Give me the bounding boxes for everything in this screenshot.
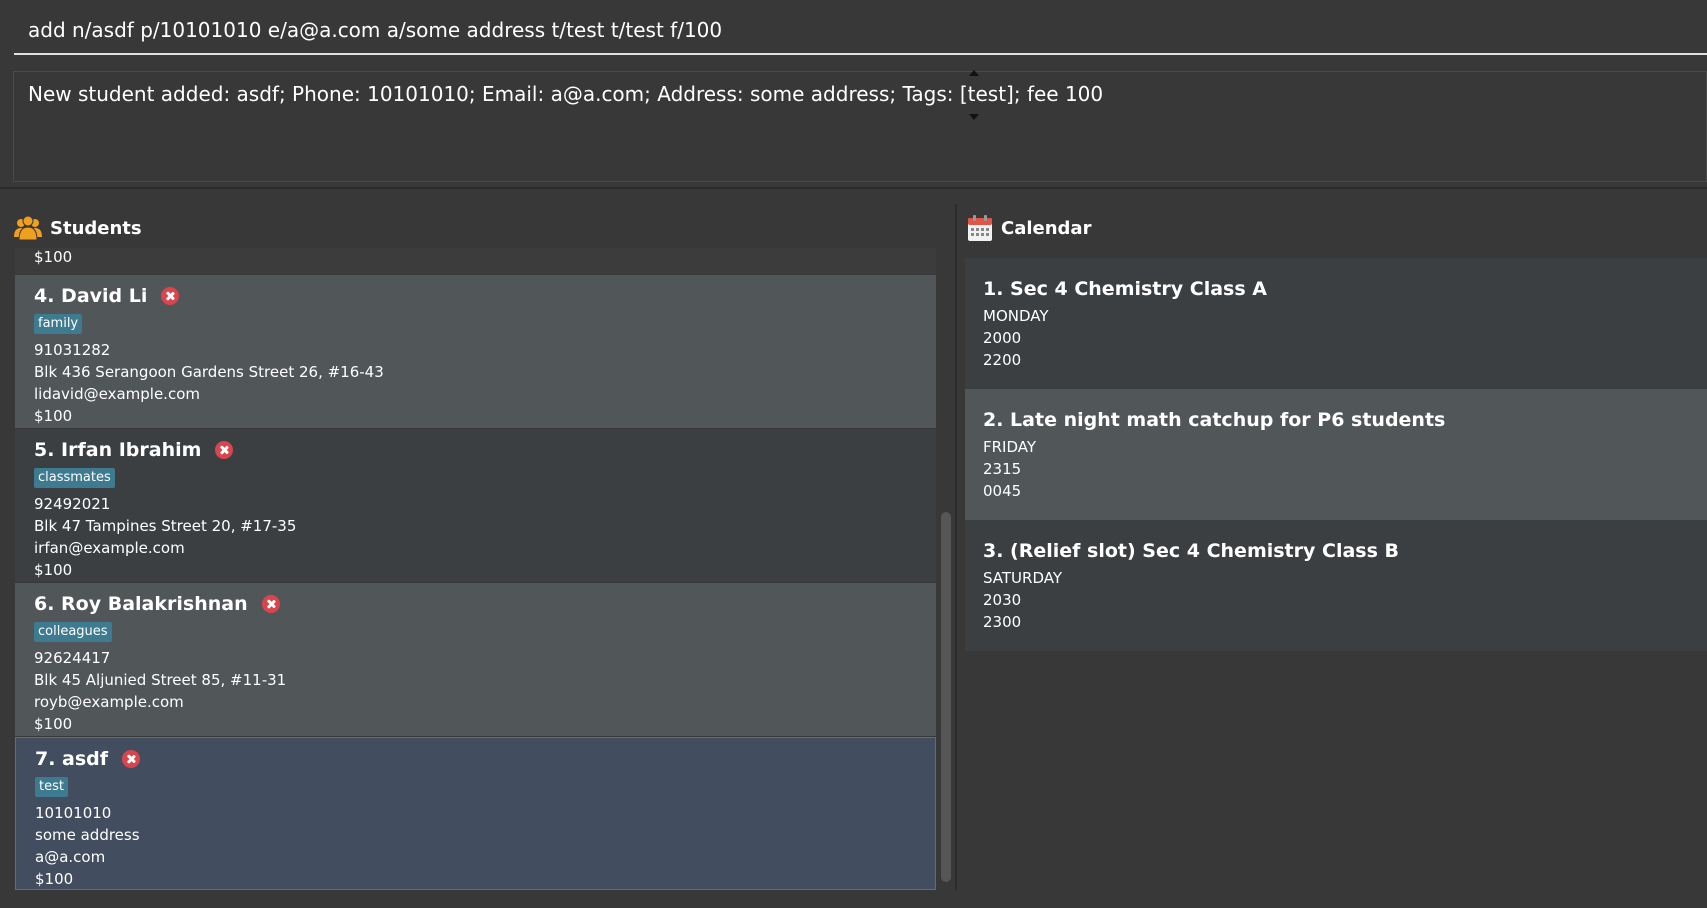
student-fee: $100 [34,715,73,733]
student-fee: $100 [34,407,73,425]
class-title: 3. (Relief slot) Sec 4 Chemistry Class B [983,540,1400,562]
calendar-panel-header: Calendar [967,212,1091,244]
student-tag: colleagues [34,622,112,642]
student-phone: 10101010 [35,804,112,822]
calendar-item[interactable]: 3. (Relief slot) Sec 4 Chemistry Class B… [965,520,1707,651]
class-day: MONDAY [983,307,1049,325]
command-input[interactable]: add n/asdf p/10101010 e/a@a.com a/some a… [28,18,722,42]
student-email: a@a.com [35,848,106,866]
result-display: New student added: asdf; Phone: 10101010… [13,70,1707,182]
class-start-time: 2000 [983,329,1022,347]
calendar-panel-title: Calendar [1001,217,1092,239]
delete-icon[interactable] [161,287,180,305]
student-name: 6. Roy Balakrishnan [34,593,248,615]
calendar-item[interactable]: 1. Sec 4 Chemistry Class A MONDAY 2000 2… [965,258,1707,389]
student-name: 4. David Li [34,285,148,307]
list-item[interactable]: $100 [15,248,936,274]
student-name: 5. Irfan Ibrahim [34,439,202,461]
class-end-time: 2300 [983,613,1022,631]
student-email: royb@example.com [34,693,184,711]
student-card[interactable]: 4. David Li family 91031282 Blk 436 Sera… [15,275,936,428]
student-tag: family [34,314,83,334]
student-fee: $100 [34,248,73,266]
result-message: New student added: asdf; Phone: 10101010… [28,82,1104,106]
class-day: SATURDAY [983,569,1063,587]
delete-icon[interactable] [122,750,141,768]
students-list[interactable]: $100 4. David Li family 91031282 Blk 436… [15,248,936,890]
class-end-time: 0045 [983,482,1022,500]
scrollbar-thumb[interactable] [941,512,951,882]
student-fee: $100 [35,870,74,888]
calendar-item[interactable]: 2. Late night math catchup for P6 studen… [965,389,1707,520]
class-end-time: 2200 [983,351,1022,369]
panel-splitter[interactable] [955,204,957,890]
student-email: lidavid@example.com [34,385,200,403]
class-title: 2. Late night math catchup for P6 studen… [983,409,1446,431]
scroll-down-arrow-icon[interactable] [969,114,979,120]
student-address: Blk 436 Serangoon Gardens Street 26, #16… [34,363,384,381]
student-card-selected[interactable]: 7. asdf test 10101010 some address a@a.c… [15,737,936,890]
student-phone: 91031282 [34,341,111,359]
command-box[interactable]: add n/asdf p/10101010 e/a@a.com a/some a… [14,0,1707,55]
class-start-time: 2315 [983,460,1022,478]
student-address: Blk 45 Aljunied Street 85, #11-31 [34,671,287,689]
students-scrollbar[interactable] [938,248,954,890]
student-email: irfan@example.com [34,539,185,557]
student-name: 7. asdf [35,748,109,770]
student-tag: classmates [34,468,115,488]
delete-icon[interactable] [215,441,234,459]
student-fee: $100 [34,561,73,579]
class-start-time: 2030 [983,591,1022,609]
students-panel-title: Students [50,217,142,239]
student-address: some address [35,826,140,844]
students-group-icon [14,215,42,241]
students-panel-header: Students [14,212,142,244]
scroll-up-arrow-icon[interactable] [969,70,979,76]
class-day: FRIDAY [983,438,1037,456]
section-divider [0,187,1707,189]
student-address: Blk 47 Tampines Street 20, #17-35 [34,517,297,535]
student-card[interactable]: 5. Irfan Ibrahim classmates 92492021 Blk… [15,429,936,582]
student-phone: 92624417 [34,649,111,667]
student-tag: test [35,777,68,797]
class-title: 1. Sec 4 Chemistry Class A [983,278,1267,300]
student-phone: 92492021 [34,495,111,513]
student-card[interactable]: 6. Roy Balakrishnan colleagues 92624417 … [15,583,936,736]
calendar-icon [968,215,992,241]
delete-icon[interactable] [261,595,280,613]
